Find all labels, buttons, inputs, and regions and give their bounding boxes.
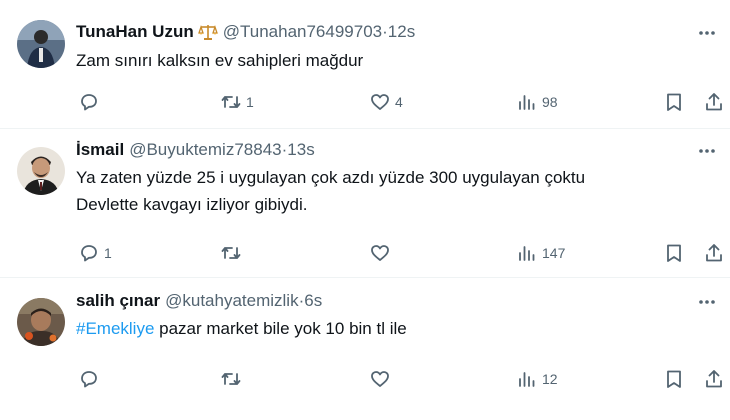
like-icon (371, 245, 389, 261)
user-name[interactable]: salih çınar (76, 291, 160, 311)
reply-icon (81, 245, 97, 262)
action-bar: 12 (76, 368, 730, 392)
avatar[interactable] (17, 298, 65, 346)
reply-button[interactable]: 1 (78, 242, 112, 264)
like-button[interactable]: 4 (369, 91, 403, 113)
timestamp[interactable]: 12s (388, 22, 415, 42)
share-icon[interactable] (703, 368, 725, 390)
user-handle[interactable]: @Buyuktemiz78843 (129, 140, 281, 160)
retweet-icon (221, 373, 241, 385)
views-count: 98 (542, 94, 558, 110)
user-handle[interactable]: @kutahyatemizlik (165, 291, 298, 311)
bookmark-icon[interactable] (663, 368, 685, 390)
tweet[interactable]: İsmail @Buyuktemiz78843 · 13s Ya zaten y… (0, 129, 730, 278)
tweet-header: TunaHan Uzun @Tunahan76499703 · 12s (76, 22, 415, 42)
bookmark-icon[interactable] (663, 242, 685, 264)
views-count: 147 (542, 245, 566, 261)
more-icon[interactable] (696, 22, 718, 44)
reply-button[interactable] (78, 368, 104, 390)
action-bar: 1 147 (76, 242, 730, 266)
reply-count: 1 (104, 245, 112, 261)
retweet-icon (221, 96, 241, 108)
tweet-text: Ya zaten yüzde 25 i uygulayan çok azdı y… (76, 164, 710, 218)
user-name[interactable]: İsmail (76, 140, 124, 160)
avatar[interactable] (17, 147, 65, 195)
views-button[interactable]: 147 (516, 242, 565, 264)
action-bar: 1 4 98 (76, 91, 730, 115)
timestamp[interactable]: 6s (304, 291, 322, 311)
retweet-button[interactable] (220, 242, 246, 264)
tweet-text: Zam sınırı kalksın ev sahipleri mağdur (76, 51, 364, 70)
tweet-text-line: Ya zaten yüzde 25 i uygulayan çok azdı y… (76, 168, 586, 187)
views-icon (519, 95, 535, 110)
tweet-header: salih çınar @kutahyatemizlik · 6s (76, 291, 322, 311)
like-button[interactable] (369, 368, 395, 390)
like-icon (371, 94, 389, 110)
hashtag-link[interactable]: #Emekliye (76, 319, 154, 338)
user-handle[interactable]: @Tunahan76499703 (223, 22, 382, 42)
reply-icon (81, 371, 97, 388)
tweet-text: #Emekliye pazar market bile yok 10 bin t… (76, 315, 710, 342)
views-icon (519, 372, 535, 387)
like-count: 4 (395, 94, 403, 110)
bookmark-icon[interactable] (663, 91, 685, 113)
retweet-button[interactable]: 1 (220, 91, 254, 113)
retweet-icon (221, 247, 241, 259)
timestamp[interactable]: 13s (287, 140, 314, 160)
tweet[interactable]: TunaHan Uzun @Tunahan76499703 · 12s Zam … (0, 0, 730, 129)
tweet-text-rest: pazar market bile yok 10 bin tl ile (154, 319, 407, 338)
more-icon[interactable] (696, 291, 718, 313)
avatar[interactable] (17, 20, 65, 68)
share-icon[interactable] (703, 242, 725, 264)
like-button[interactable] (369, 242, 395, 264)
reply-button[interactable] (78, 91, 104, 113)
tweet[interactable]: salih çınar @kutahyatemizlik · 6s #Emekl… (0, 278, 730, 420)
scales-badge-icon (197, 23, 218, 41)
retweet-count: 1 (246, 94, 254, 110)
more-icon[interactable] (696, 140, 718, 162)
views-button[interactable]: 12 (516, 368, 558, 390)
tweet-text-line: Devlette kavgayı izliyor gibiydi. (76, 195, 308, 214)
retweet-button[interactable] (220, 368, 246, 390)
like-icon (371, 371, 389, 387)
reply-icon (81, 94, 97, 111)
views-button[interactable]: 98 (516, 91, 558, 113)
share-icon[interactable] (703, 91, 725, 113)
views-count: 12 (542, 371, 558, 387)
tweet-header: İsmail @Buyuktemiz78843 · 13s (76, 140, 315, 160)
views-icon (519, 246, 535, 261)
user-name[interactable]: TunaHan Uzun (76, 22, 194, 42)
